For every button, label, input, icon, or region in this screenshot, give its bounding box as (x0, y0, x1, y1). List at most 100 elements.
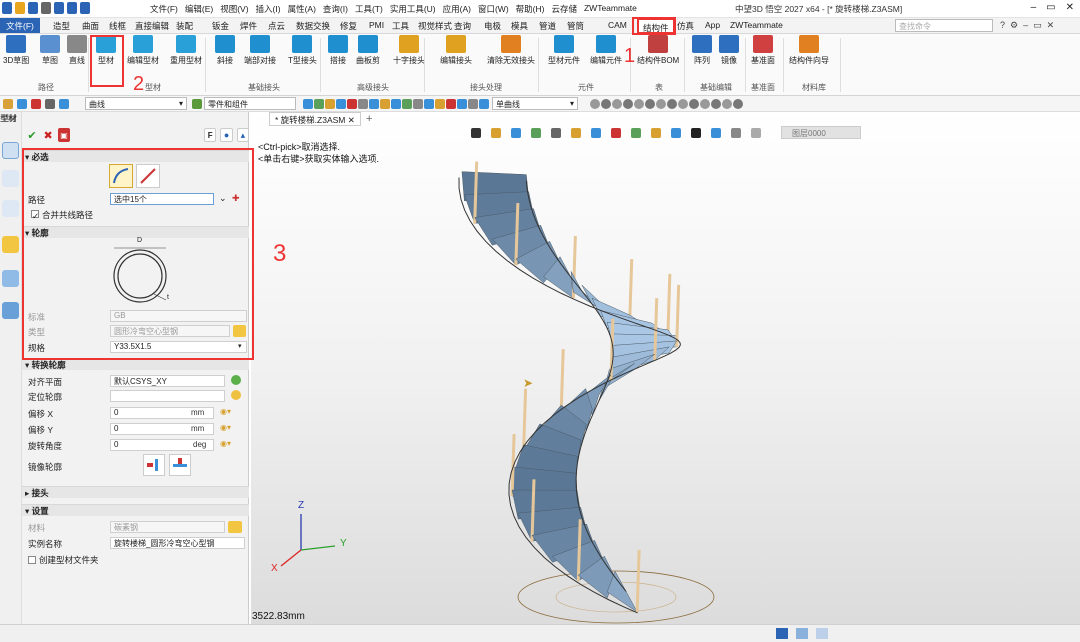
save-icon[interactable] (28, 2, 38, 14)
pick-icon[interactable] (17, 99, 27, 109)
apply-icon[interactable]: ▣ (58, 128, 71, 142)
minimize-icon[interactable]: – (1031, 2, 1037, 13)
maximize-icon[interactable]: ▭ (1046, 2, 1055, 13)
preview-icon[interactable]: ▴ (236, 128, 250, 142)
shape-filter-icon[interactable] (612, 99, 622, 109)
merge-checkbox-wrap[interactable]: ✓ 合并共线路径 (31, 209, 93, 221)
command-search-input[interactable]: 查找命令 (895, 19, 993, 32)
graphics-viewport[interactable]: * 旋转楼梯.Z3ASM ✕ + 图层0000 <Ctrl-pick>取消选择.… (251, 112, 1080, 624)
locate-field[interactable] (110, 390, 225, 402)
folder-icon[interactable] (233, 325, 246, 337)
assembly-combo[interactable]: 零件和组件 (204, 97, 296, 110)
shape-filter-icon[interactable] (656, 99, 666, 109)
ribbon-tab[interactable]: 管筒 (567, 20, 584, 32)
ribbon-button[interactable]: 型材 (96, 35, 116, 66)
ribbon-tab[interactable]: PMI (369, 20, 384, 30)
ribbon-tab[interactable]: CAM (608, 20, 627, 30)
close-icon[interactable]: ✕ (1066, 2, 1074, 13)
ribbon-button[interactable]: 搭接 (328, 35, 348, 66)
ribbon-button[interactable]: 十字接头 (393, 35, 425, 66)
ribbon-tab[interactable]: 钣金 (212, 20, 229, 32)
snap-filter-icon[interactable] (303, 99, 313, 109)
assembly-icon[interactable] (2, 236, 19, 253)
shape-filter-icon[interactable] (689, 99, 699, 109)
app-menu-item[interactable]: 插入(I) (256, 3, 281, 15)
app-menu-item[interactable]: 编辑(E) (185, 3, 213, 15)
snap-filter-icon[interactable] (358, 99, 368, 109)
snap-filter-icon[interactable] (391, 99, 401, 109)
ribbon-button[interactable]: 草图 (40, 35, 60, 66)
app-menu-item[interactable]: 视图(V) (220, 3, 248, 15)
shape-filter-icon[interactable] (590, 99, 600, 109)
snap-filter-icon[interactable] (369, 99, 379, 109)
shape-filter-icon[interactable] (667, 99, 677, 109)
ribbon-tab[interactable]: 直接编辑 (135, 20, 169, 32)
settings-section-header[interactable]: ▾ 设置 (22, 504, 249, 516)
snap-filter-icon[interactable] (380, 99, 390, 109)
history-icon[interactable] (2, 170, 19, 187)
ribbon-button[interactable]: 镜像 (719, 35, 739, 66)
locate-pick-icon[interactable] (231, 390, 241, 400)
ribbon-button[interactable]: 曲板剪 (356, 35, 380, 66)
snap-filter-icon[interactable] (468, 99, 478, 109)
app-menu-item[interactable]: 窗口(W) (478, 3, 509, 15)
screen-icon[interactable] (796, 628, 808, 639)
snap-filter-icon[interactable] (446, 99, 456, 109)
merge-checkbox[interactable]: ✓ (31, 210, 39, 221)
snap-filter-icon[interactable] (457, 99, 467, 109)
ribbon-tab[interactable]: 修复 (340, 20, 357, 32)
ribbon-button[interactable]: 端部对接 (244, 35, 276, 66)
ribbon-button[interactable]: 型材元件 (548, 35, 580, 66)
offset-y-menu-icon[interactable]: ◉▾ (220, 423, 231, 432)
spiral-staircase-model[interactable] (251, 112, 1080, 624)
ribbon-tab[interactable]: 电极 (484, 20, 501, 32)
path-expand-icon[interactable]: ⌄ (219, 193, 227, 204)
ribbon-tab[interactable]: 管道 (539, 20, 556, 32)
shape-filter-icon[interactable] (645, 99, 655, 109)
ribbon-tab[interactable]: 焊件 (240, 20, 257, 32)
material-folder-icon[interactable] (228, 521, 242, 533)
snap-filter-icon[interactable] (325, 99, 335, 109)
ribbon-button[interactable]: 编辑元件 (590, 35, 622, 66)
undo-icon[interactable] (54, 2, 64, 14)
transform-section-header[interactable]: ▾ 转换轮廓 (22, 358, 249, 370)
ribbon-button[interactable]: 清除无效接头 (487, 35, 535, 66)
ribbon-tab[interactable]: App (705, 20, 720, 30)
info-icon[interactable]: ● (220, 128, 233, 142)
snap-filter-icon[interactable] (347, 99, 357, 109)
joint-section-header[interactable]: ▸ 接头 (22, 486, 249, 498)
create-folder-checkbox[interactable] (28, 556, 36, 564)
ribbon-button[interactable]: T型接头 (288, 35, 317, 66)
line-path-icon[interactable] (136, 164, 160, 188)
ribbon-tab[interactable]: 仿真 (677, 20, 694, 32)
snap-filter-icon[interactable] (435, 99, 445, 109)
ribbon-button[interactable]: 重用型材 (170, 35, 202, 66)
ribbon-button[interactable]: 阵列 (692, 35, 712, 66)
offset-x-menu-icon[interactable]: ◉▾ (220, 407, 231, 416)
shape-filter-icon[interactable] (722, 99, 732, 109)
app-menu-item[interactable]: 帮助(H) (516, 3, 545, 15)
app-menu-item[interactable]: 属性(A) (288, 3, 316, 15)
close-doc-icon[interactable]: ✕ (1047, 20, 1055, 31)
cancel-button[interactable]: ✖ (42, 128, 54, 142)
view-icon[interactable] (2, 270, 19, 287)
assembly-filter-icon[interactable] (192, 99, 202, 109)
curve-combo[interactable]: 单曲线 ▾ (492, 97, 578, 110)
ribbon-button[interactable]: 基准面 (751, 35, 775, 66)
snap-filter-icon[interactable] (336, 99, 346, 109)
ribbon-button[interactable]: 结构件向导 (789, 35, 829, 66)
app-menu-item[interactable]: 文件(F) (150, 3, 178, 15)
shape-filter-icon[interactable] (601, 99, 611, 109)
required-section-header[interactable]: ▾ 必选 (22, 150, 249, 162)
panel-icon[interactable] (816, 628, 828, 639)
minimize-ribbon-icon[interactable]: – (1023, 20, 1028, 31)
snap-filter-icon[interactable] (479, 99, 489, 109)
flag-icon[interactable] (45, 99, 55, 109)
ribbon-button[interactable]: 结构件BOM (637, 35, 679, 66)
app-menu-item[interactable]: 工具(T) (355, 3, 383, 15)
select-icon[interactable] (3, 99, 13, 109)
app-menu-item[interactable]: 实用工具(U) (390, 3, 436, 15)
settings-icon[interactable]: ⚙ (1010, 20, 1018, 31)
shape-filter-icon[interactable] (634, 99, 644, 109)
ribbon-tab[interactable]: ZWTeammate (730, 20, 783, 30)
